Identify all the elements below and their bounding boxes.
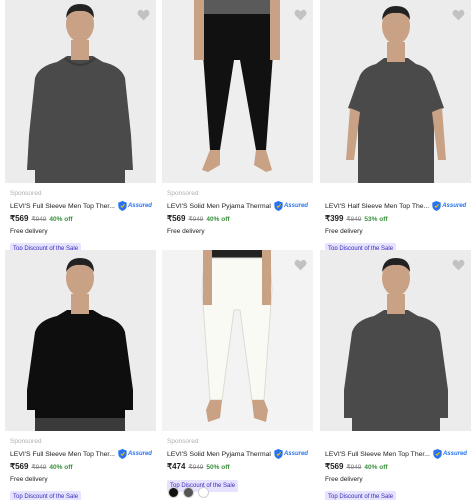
- product-image[interactable]: [5, 0, 156, 183]
- price: ₹569: [167, 214, 186, 223]
- shield-icon: [432, 201, 441, 211]
- shield-icon: [274, 201, 283, 211]
- price: ₹474: [167, 462, 186, 471]
- shield-icon: [274, 449, 283, 459]
- mrp: ₹949: [31, 216, 47, 223]
- color-swatch-white[interactable]: [198, 487, 209, 498]
- mrp: ₹849: [346, 216, 362, 223]
- discount: 40% off: [364, 464, 388, 471]
- heart-icon[interactable]: [452, 9, 465, 21]
- price: ₹569: [10, 462, 29, 471]
- offer-badge: Top Discount of the Sale: [10, 491, 82, 500]
- product-image[interactable]: [320, 250, 471, 431]
- product-title[interactable]: LEVI'S Solid Men Pyjama Thermal: [167, 451, 271, 458]
- offer-badge: Top Discount of the Sale: [325, 491, 397, 500]
- heart-icon[interactable]: [137, 9, 150, 21]
- price: ₹399: [325, 214, 344, 223]
- price: ₹569: [10, 214, 29, 223]
- sponsored-label: [325, 189, 471, 199]
- product-image[interactable]: [320, 0, 471, 183]
- discount: 50% off: [206, 464, 230, 471]
- shield-icon: [118, 449, 127, 459]
- assured-badge: Assured: [433, 449, 467, 459]
- product-image[interactable]: [5, 250, 156, 431]
- color-swatch-black[interactable]: [168, 487, 179, 498]
- assured-badge: Assured: [274, 201, 308, 211]
- product-card[interactable]: Sponsored LEVI'S Solid Men Pyjama Therma…: [162, 250, 313, 492]
- delivery-info: Free delivery: [10, 228, 48, 235]
- product-title[interactable]: LEVI'S Full Sleeve Men Top Ther...: [325, 451, 430, 458]
- product-image[interactable]: [162, 250, 313, 431]
- heart-icon[interactable]: [452, 259, 465, 271]
- color-swatches: [168, 487, 209, 498]
- heart-icon[interactable]: [294, 9, 307, 21]
- delivery-info: Free delivery: [325, 476, 363, 483]
- sponsored-label: Sponsored: [10, 190, 42, 197]
- discount: 40% off: [206, 216, 230, 223]
- mrp: ₹949: [346, 464, 362, 471]
- sponsored-label: Sponsored: [10, 438, 42, 445]
- delivery-info: Free delivery: [167, 228, 205, 235]
- mrp: ₹949: [188, 216, 204, 223]
- assured-badge: Assured: [432, 201, 466, 211]
- assured-badge: Assured: [274, 449, 308, 459]
- product-card[interactable]: LEVI'S Half Sleeve Men Top The... Assure…: [320, 0, 471, 255]
- assured-badge: Assured: [118, 449, 152, 459]
- mrp: ₹949: [31, 464, 47, 471]
- delivery-info: Free delivery: [10, 476, 48, 483]
- color-swatch-grey[interactable]: [183, 487, 194, 498]
- shield-icon: [433, 449, 442, 459]
- mrp: ₹949: [188, 464, 204, 471]
- delivery-info: Free delivery: [325, 228, 363, 235]
- sponsored-label: Sponsored: [167, 190, 199, 197]
- shield-icon: [118, 201, 127, 211]
- product-grid: Sponsored LEVI'S Full Sleeve Men Top The…: [0, 0, 475, 500]
- sponsored-label: Sponsored: [167, 438, 199, 445]
- product-card[interactable]: Sponsored LEVI'S Solid Men Pyjama Therma…: [162, 0, 313, 237]
- product-title[interactable]: LEVI'S Half Sleeve Men Top The...: [325, 203, 429, 210]
- product-title[interactable]: LEVI'S Full Sleeve Men Top Ther...: [10, 451, 115, 458]
- product-card[interactable]: Sponsored LEVI'S Full Sleeve Men Top The…: [5, 0, 156, 255]
- product-title[interactable]: LEVI'S Solid Men Pyjama Thermal: [167, 203, 271, 210]
- discount: 53% off: [364, 216, 388, 223]
- product-title[interactable]: LEVI'S Full Sleeve Men Top Ther...: [10, 203, 115, 210]
- discount: 40% off: [49, 464, 73, 471]
- assured-badge: Assured: [118, 201, 152, 211]
- price: ₹569: [325, 462, 344, 471]
- product-card[interactable]: LEVI'S Full Sleeve Men Top Ther... Assur…: [320, 250, 471, 500]
- heart-icon[interactable]: [294, 259, 307, 271]
- product-image[interactable]: [162, 0, 313, 183]
- product-card[interactable]: Sponsored LEVI'S Full Sleeve Men Top The…: [5, 250, 156, 500]
- sponsored-label: [325, 437, 471, 447]
- discount: 40% off: [49, 216, 73, 223]
